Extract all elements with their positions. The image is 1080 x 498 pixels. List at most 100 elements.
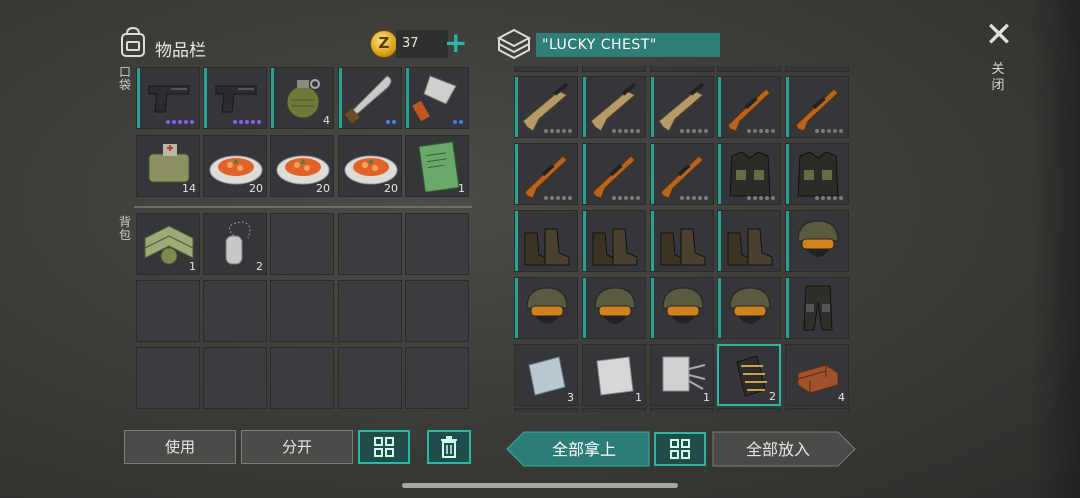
chest-slot[interactable] [785, 76, 849, 138]
backpack-icon [121, 26, 145, 57]
take-all-button[interactable]: 全部拿上 [506, 431, 650, 467]
chest-slot-partial[interactable] [785, 66, 849, 72]
chest-slot[interactable]: 1 [582, 344, 646, 406]
item-quantity: 2 [256, 260, 263, 273]
inventory-slot[interactable]: 20 [203, 135, 267, 197]
chest-slot[interactable] [514, 76, 578, 138]
inventory-slot[interactable]: 20 [338, 135, 402, 197]
chest-grid[interactable]: 3 1 1 2 4 [512, 66, 850, 412]
combat-boots-icon [592, 228, 638, 266]
chest-slot-partial[interactable] [582, 408, 646, 412]
cleaver-icon [412, 75, 457, 122]
home-indicator[interactable] [402, 483, 678, 488]
item-durability-bar [515, 144, 518, 204]
chest-slot[interactable]: 1 [650, 344, 714, 406]
chest-slot-partial[interactable] [717, 408, 781, 412]
inventory-slot-empty[interactable] [203, 347, 267, 409]
pistol-icon [148, 85, 190, 113]
inventory-slot-empty[interactable] [270, 213, 334, 275]
item-durability-bar [786, 278, 789, 338]
helmet-icon [729, 287, 771, 324]
chest-slot[interactable] [785, 210, 849, 272]
add-coins-button[interactable]: + [444, 29, 467, 58]
item-durability-bar [718, 211, 721, 271]
close-label[interactable]: 关闭 [990, 62, 1006, 94]
inventory-slot-empty[interactable] [136, 280, 200, 342]
item-quantity: 2 [769, 390, 776, 403]
split-button[interactable]: 分开 [241, 430, 353, 464]
item-quantity: 1 [703, 391, 710, 404]
inventory-slot[interactable] [136, 67, 200, 129]
chest-slot[interactable] [514, 143, 578, 205]
inventory-slot-empty[interactable] [405, 213, 469, 275]
chest-slot[interactable]: 4 [785, 344, 849, 406]
item-quality-dots [612, 196, 640, 200]
trash-button[interactable] [427, 430, 471, 464]
item-quality-dots [747, 129, 775, 133]
chest-slot[interactable] [650, 76, 714, 138]
chest-slot[interactable] [650, 277, 714, 339]
chest-slot[interactable] [582, 143, 646, 205]
helmet-icon [594, 287, 636, 324]
chest-slot[interactable] [514, 210, 578, 272]
chest-slot[interactable]: 3 [514, 344, 578, 406]
chest-slot-partial[interactable] [650, 408, 714, 412]
inventory-slot-empty[interactable] [136, 347, 200, 409]
inventory-slot-empty[interactable] [338, 347, 402, 409]
item-quality-dots [386, 120, 396, 124]
chest-slot-partial[interactable] [582, 66, 646, 72]
inventory-slot[interactable] [338, 67, 402, 129]
chest-slot[interactable] [785, 277, 849, 339]
inventory-slot-empty[interactable] [270, 347, 334, 409]
use-button[interactable]: 使用 [124, 430, 236, 464]
item-durability-bar [718, 278, 721, 338]
inventory-slot-empty[interactable] [405, 347, 469, 409]
inventory-slot[interactable] [405, 67, 469, 129]
chest-slot[interactable] [650, 143, 714, 205]
chest-slot[interactable]: 2 [717, 344, 781, 406]
inventory-slot[interactable] [203, 67, 267, 129]
close-button[interactable]: ✕ [984, 18, 1014, 52]
chest-slot-partial[interactable] [514, 408, 578, 412]
chest-slot[interactable] [514, 277, 578, 339]
chest-slot[interactable] [717, 210, 781, 272]
item-quality-dots [815, 129, 843, 133]
inventory-slot-empty[interactable] [405, 280, 469, 342]
chest-slot[interactable] [785, 143, 849, 205]
combat-boots-icon [524, 228, 570, 266]
chest-slot-partial[interactable] [717, 66, 781, 72]
chest-slot-partial[interactable] [650, 66, 714, 72]
inventory-slot-empty[interactable] [338, 213, 402, 275]
chest-slot-partial[interactable] [785, 408, 849, 412]
inventory-slot[interactable]: 14 [136, 135, 200, 197]
chest-slot[interactable] [717, 76, 781, 138]
inventory-slot[interactable]: 4 [270, 67, 334, 129]
inventory-slot-empty[interactable] [270, 280, 334, 342]
screen-edge-shade [1030, 0, 1080, 498]
combat-boots-icon [727, 228, 773, 266]
inventory-slot-empty[interactable] [203, 280, 267, 342]
inventory-slot[interactable]: 20 [270, 135, 334, 197]
chest-slot[interactable] [717, 277, 781, 339]
chest-slot[interactable] [582, 210, 646, 272]
item-durability-bar [651, 144, 654, 204]
sort-inventory-button[interactable] [358, 430, 410, 464]
sort-chest-button[interactable] [654, 432, 706, 466]
chest-slot[interactable] [717, 143, 781, 205]
inventory-title: 物品栏 [155, 41, 206, 61]
inventory-slot[interactable]: 1 [136, 213, 200, 275]
chest-slot-partial[interactable] [514, 66, 578, 72]
helmet-icon [526, 287, 568, 324]
item-durability-bar [583, 144, 586, 204]
inventory-slot[interactable]: 2 [203, 213, 267, 275]
inventory-slot[interactable]: 1 [405, 135, 469, 197]
sniper-rifle-icon [727, 88, 771, 132]
item-durability-bar [204, 68, 207, 128]
chest-slot[interactable] [582, 277, 646, 339]
inventory-slot-empty[interactable] [338, 280, 402, 342]
item-quantity: 1 [458, 182, 465, 195]
chest-slot[interactable] [650, 210, 714, 272]
coin-count: 37 [396, 30, 448, 58]
put-all-button[interactable]: 全部放入 [712, 431, 856, 467]
chest-slot[interactable] [582, 76, 646, 138]
